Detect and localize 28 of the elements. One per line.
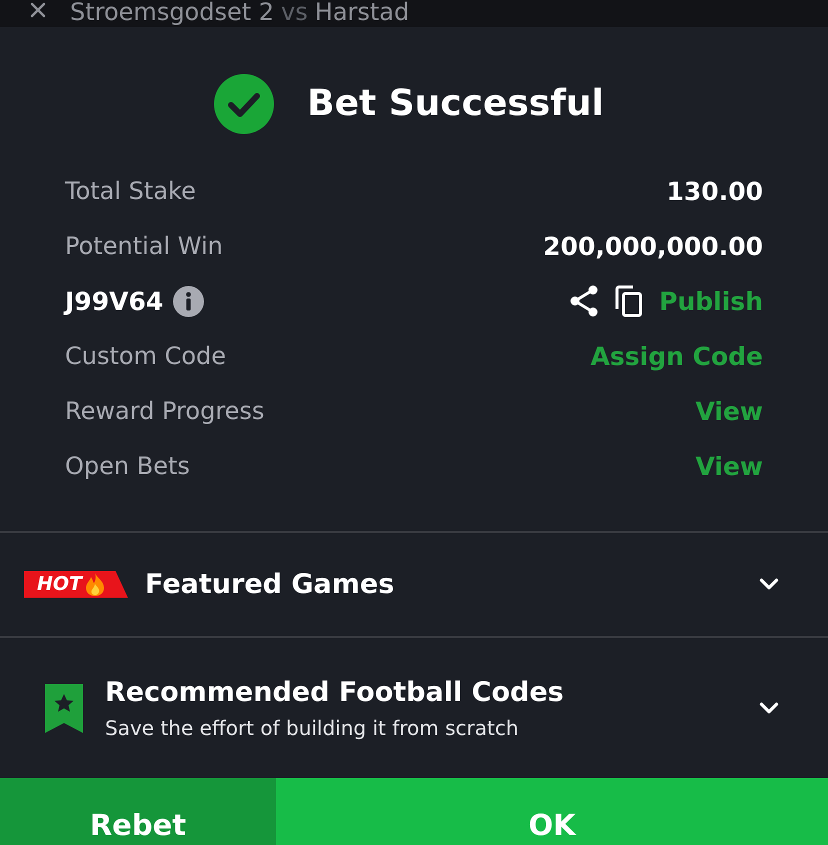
- detail-label: Total Stake: [65, 177, 196, 206]
- action-link[interactable]: View: [695, 396, 763, 426]
- detail-value: 130.00: [666, 176, 763, 206]
- action-link[interactable]: Assign Code: [590, 342, 763, 371]
- ok-button[interactable]: OK: [276, 778, 828, 845]
- share-icon[interactable]: [569, 285, 600, 318]
- versus-label: vs: [281, 0, 308, 26]
- rebet-button[interactable]: Rebet: [0, 778, 276, 845]
- detail-label: Open Bets: [65, 452, 190, 480]
- action-link[interactable]: View: [695, 452, 763, 481]
- home-team: Stroemsgodset 2: [70, 0, 274, 26]
- section-title: Featured Games: [145, 568, 394, 600]
- section-title: Recommended Football Codes: [105, 676, 565, 708]
- success-title: Bet Successful: [307, 83, 604, 124]
- flame-icon: [84, 572, 106, 597]
- section-subtitle: Save the effort of building it from scratch: [105, 716, 520, 740]
- detail-value: 200,000,000.00: [543, 232, 763, 261]
- detail-label: Potential Win: [65, 232, 223, 260]
- check-circle-icon: [214, 74, 274, 134]
- bookmark-star-icon: [45, 684, 83, 732]
- info-icon[interactable]: [173, 286, 204, 317]
- detail-label: Reward Progress: [65, 397, 264, 426]
- detail-label: Custom Code: [65, 342, 226, 370]
- booking-code: J99V64: [65, 286, 164, 316]
- copy-icon[interactable]: [615, 285, 644, 318]
- away-team: Harstad: [314, 0, 410, 26]
- badge-label: HOT: [37, 572, 82, 597]
- publish-link[interactable]: Publish: [659, 286, 763, 316]
